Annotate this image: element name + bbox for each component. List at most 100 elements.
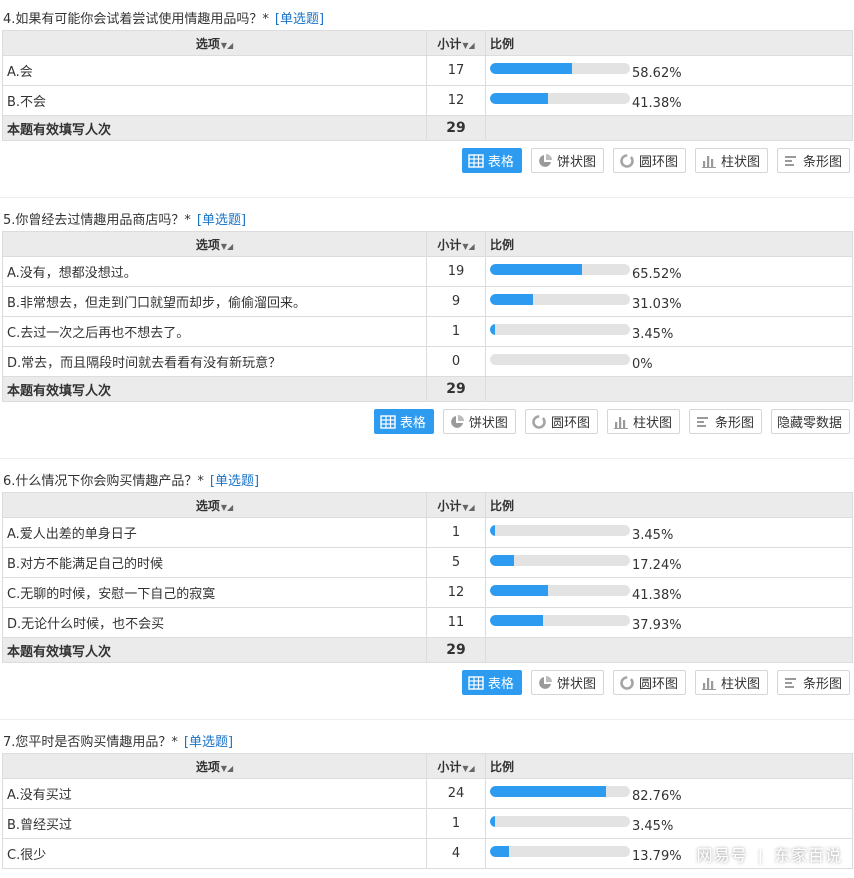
sort-icon: ▼◢ (220, 763, 234, 773)
option-count: 5 (426, 547, 486, 578)
question-block: 4.如果有可能你会试着尝试使用情趣用品吗？* [单选题] 选项▼◢ 小计▼◢ 比例… (0, 10, 854, 178)
option-percent: 37.93% (632, 618, 682, 633)
option-percent: 13.79% (632, 849, 682, 864)
header-count[interactable]: 小计▼◢ (426, 492, 486, 518)
bar-chart-icon (701, 675, 721, 691)
header-option[interactable]: 选项▼◢ (2, 753, 427, 779)
progress-track (490, 585, 630, 596)
button-label: 隐藏零数据 (776, 416, 842, 431)
sort-icon: ▼◢ (462, 241, 475, 251)
option-ratio: 82.76% (485, 778, 853, 809)
button-label: 柱状图 (632, 416, 672, 431)
header-count[interactable]: 小计▼◢ (426, 753, 486, 779)
stats-table: 选项▼◢ 小计▼◢ 比例 A.会 17 58.62% B.不会 12 41.38… (2, 30, 853, 141)
button-label: 表格 (399, 416, 426, 431)
button-label: 表格 (487, 155, 514, 170)
option-label: A.没有买过 (2, 778, 427, 809)
total-count: 29 (426, 376, 486, 402)
option-label: D.常去，而且隔段时间就去看看有没有新玩意？ (2, 346, 427, 377)
horizontal-bar-button[interactable]: 条形图 (688, 409, 762, 434)
option-label: C.去过一次之后再也不想去了。 (2, 316, 427, 347)
button-label: 饼状图 (468, 416, 508, 431)
table-view-button[interactable]: 表格 (373, 409, 434, 434)
total-row: 本题有效填写人次 29 (2, 115, 853, 141)
donut-chart-button[interactable]: 圆环图 (612, 670, 686, 695)
progress-track (490, 93, 630, 104)
question-type-link[interactable]: [单选题] (184, 735, 233, 750)
progress-track (490, 786, 630, 797)
watermark-author: 东家百说 (773, 846, 842, 865)
question-title: 7.您平时是否购买情趣用品？* [单选题] (0, 733, 854, 753)
table-row: A.没有，想都没想过。 19 65.52% (2, 256, 853, 287)
option-label: A.会 (2, 55, 427, 86)
header-count[interactable]: 小计▼◢ (426, 231, 486, 257)
header-count-label: 小计 (437, 237, 462, 252)
header-ratio: 比例 (485, 231, 853, 257)
header-option[interactable]: 选项▼◢ (2, 30, 427, 56)
button-label: 条形图 (714, 416, 754, 431)
option-percent: 3.45% (632, 528, 674, 543)
bar-chart-button[interactable]: 柱状图 (694, 670, 768, 695)
table-row: B.对方不能满足自己的时候 5 17.24% (2, 547, 853, 578)
header-option-label: 选项 (195, 237, 220, 252)
progress-track (490, 324, 630, 335)
donut-chart-button[interactable]: 圆环图 (612, 148, 686, 173)
option-ratio: 3.45% (485, 517, 853, 548)
option-ratio: 41.38% (485, 577, 853, 608)
option-label: A.没有，想都没想过。 (2, 256, 427, 287)
option-percent: 3.45% (632, 327, 674, 342)
header-count[interactable]: 小计▼◢ (426, 30, 486, 56)
question-title: 5.你曾经去过情趣用品商店吗？* [单选题] (0, 211, 854, 231)
donut-chart-icon (619, 153, 639, 169)
section-divider (0, 197, 854, 198)
option-label: B.不会 (2, 85, 427, 116)
progress-track (490, 615, 630, 626)
question-type-link[interactable]: [单选题] (275, 12, 324, 27)
pie-chart-icon (537, 675, 557, 691)
progress-fill (490, 264, 582, 275)
header-option[interactable]: 选项▼◢ (2, 492, 427, 518)
stats-table: 选项▼◢ 小计▼◢ 比例 A.没有，想都没想过。 19 65.52% B.非常想… (2, 231, 853, 402)
question-type-link[interactable]: [单选题] (210, 474, 259, 489)
pie-chart-icon (537, 153, 557, 169)
progress-track (490, 555, 630, 566)
bar-chart-button[interactable]: 柱状图 (694, 148, 768, 173)
option-count: 1 (426, 316, 486, 347)
table-header: 选项▼◢ 小计▼◢ 比例 (2, 753, 853, 779)
hide-zero-button[interactable]: 隐藏零数据 (770, 409, 850, 434)
donut-chart-button[interactable]: 圆环图 (524, 409, 598, 434)
table-row: B.非常想去，但走到门口就望而却步，偷偷溜回来。 9 31.03% (2, 286, 853, 317)
question-text: 4.如果有可能你会试着尝试使用情趣用品吗？* (3, 12, 269, 27)
pie-chart-button[interactable]: 饼状图 (530, 670, 604, 695)
option-ratio: 65.52% (485, 256, 853, 287)
table-view-button[interactable]: 表格 (461, 148, 522, 173)
total-count: 29 (426, 115, 486, 141)
pie-chart-button[interactable]: 饼状图 (530, 148, 604, 173)
header-option[interactable]: 选项▼◢ (2, 231, 427, 257)
option-percent: 82.76% (632, 789, 682, 804)
pie-chart-button[interactable]: 饼状图 (442, 409, 516, 434)
horizontal-bar-button[interactable]: 条形图 (776, 148, 850, 173)
button-label: 柱状图 (720, 677, 760, 692)
table-row: D.常去，而且隔段时间就去看看有没有新玩意？ 0 0% (2, 346, 853, 377)
watermark: 网易号 | 东家百说 (697, 842, 842, 866)
option-ratio: 41.38% (485, 85, 853, 116)
bar-chart-icon (701, 153, 721, 169)
total-empty-cell (485, 376, 853, 402)
button-label: 柱状图 (720, 155, 760, 170)
option-ratio: 37.93% (485, 607, 853, 638)
table-view-button[interactable]: 表格 (461, 670, 522, 695)
horizontal-bar-icon (783, 153, 803, 169)
watermark-divider: | (757, 846, 764, 865)
section-divider (0, 719, 854, 720)
chart-toolbar: 表格 饼状图 圆环图 柱状图 条形图 隐藏零数据 (0, 402, 854, 439)
horizontal-bar-button[interactable]: 条形图 (776, 670, 850, 695)
question-text: 7.您平时是否购买情趣用品？* (3, 735, 178, 750)
progress-track (490, 354, 630, 365)
bar-chart-button[interactable]: 柱状图 (606, 409, 680, 434)
option-percent: 0% (632, 357, 653, 372)
question-type-link[interactable]: [单选题] (197, 213, 246, 228)
option-count: 1 (426, 808, 486, 839)
sort-icon: ▼◢ (220, 502, 234, 512)
option-percent: 41.38% (632, 96, 682, 111)
